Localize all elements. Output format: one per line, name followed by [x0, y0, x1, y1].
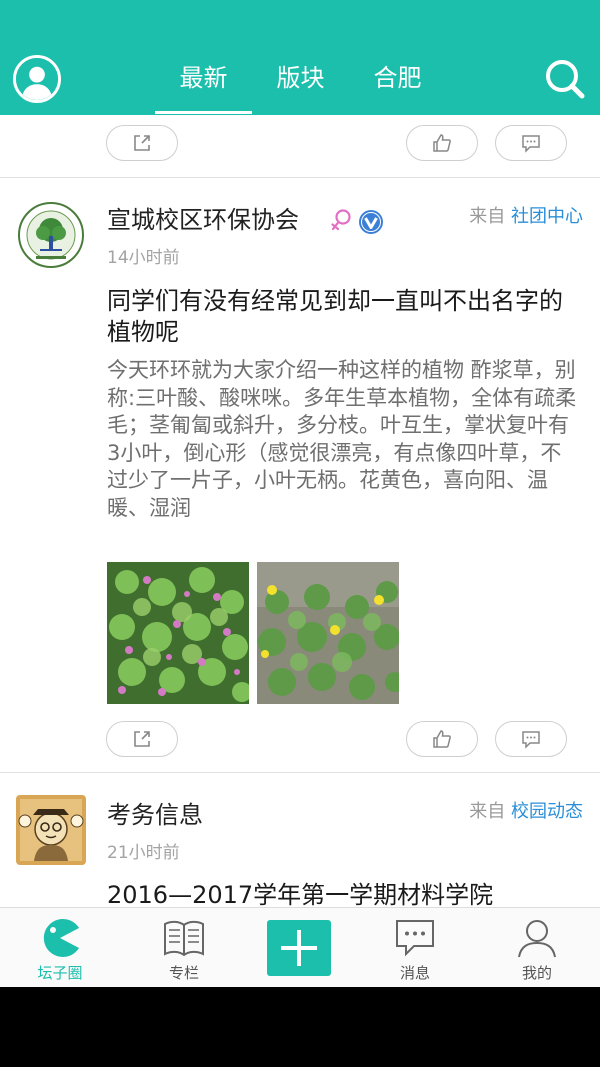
nav-messages[interactable]: 消息	[365, 908, 465, 987]
author-name[interactable]: 考务信息	[107, 799, 203, 831]
author-name[interactable]: 宣城校区环保协会	[107, 204, 299, 236]
post-source: 来自 社团中心	[469, 205, 583, 229]
author-avatar[interactable]	[16, 795, 86, 865]
share-button[interactable]	[106, 125, 178, 161]
share-icon	[134, 135, 150, 151]
source-board-link[interactable]: 校园动态	[511, 801, 583, 822]
book-icon	[164, 920, 204, 957]
post-card[interactable]: 宣城校区环保协会 来自 社团中心 14小时前 同学们有没有经常见到却一直叫不出名…	[0, 178, 600, 772]
bottom-nav: 坛子圈 专栏 消息 我的	[0, 907, 600, 987]
nav-label: 坛子圈	[37, 964, 83, 982]
post-feed[interactable]: 宣城校区环保协会 来自 社团中心 14小时前 同学们有没有经常见到却一直叫不出名…	[0, 115, 600, 907]
person-icon	[518, 920, 556, 958]
plus-icon	[281, 930, 317, 966]
share-button[interactable]	[106, 721, 178, 757]
nav-profile[interactable]: 我的	[487, 908, 587, 987]
post-title[interactable]: 同学们有没有经常见到却一直叫不出名字的植物呢	[107, 286, 577, 348]
post-time: 14小时前	[107, 248, 180, 268]
yellow-wood-sorrel-photo	[257, 562, 399, 704]
tab-latest[interactable]: 最新	[155, 58, 252, 114]
comment-button[interactable]	[495, 721, 567, 757]
new-post-button[interactable]	[267, 920, 331, 976]
source-prefix: 来自	[469, 801, 506, 822]
post-actions	[0, 721, 600, 761]
nav-columns[interactable]: 专栏	[134, 908, 234, 987]
post-time: 21小时前	[107, 843, 180, 863]
thumbs-up-icon	[433, 134, 451, 152]
message-icon	[396, 920, 434, 957]
author-avatar[interactable]	[16, 200, 86, 270]
previous-post-actions	[0, 125, 600, 165]
nav-label: 专栏	[168, 964, 199, 982]
thumbs-up-icon	[433, 730, 451, 748]
top-bar: 最新 版块 合肥	[0, 0, 600, 115]
post-image[interactable]	[107, 562, 249, 704]
post-source: 来自 校园动态	[469, 800, 583, 824]
post-image[interactable]	[257, 562, 399, 704]
source-board-link[interactable]: 社团中心	[511, 206, 583, 227]
top-tabs: 最新 版块 合肥	[155, 58, 446, 114]
verified-icon	[359, 210, 383, 234]
source-prefix: 来自	[469, 206, 506, 227]
app-screen: 最新 版块 合肥 宣城校区环保协会 来自 社团中心 14小时前 同学们有没有经常…	[0, 0, 600, 987]
nav-label: 消息	[399, 964, 430, 982]
post-content[interactable]: 今天环环就为大家介绍一种这样的植物 酢浆草，别称:三叶酸、酸咪咪。多年生草本植物…	[107, 357, 577, 522]
pink-wood-sorrel-photo	[107, 562, 249, 704]
female-icon	[331, 209, 351, 231]
nav-label: 我的	[521, 964, 552, 982]
tab-sections[interactable]: 版块	[252, 58, 349, 108]
comment-icon	[522, 731, 540, 749]
user-avatar-icon[interactable]	[13, 55, 61, 103]
pacman-icon	[43, 919, 79, 957]
comment-button[interactable]	[495, 125, 567, 161]
like-button[interactable]	[406, 721, 478, 757]
post-card[interactable]: 考务信息 来自 校园动态 21小时前 2016—2017学年第一学期材料学院	[0, 773, 600, 907]
search-icon[interactable]	[543, 57, 587, 101]
comment-icon	[522, 135, 540, 153]
like-button[interactable]	[406, 125, 478, 161]
tab-hefei[interactable]: 合肥	[349, 58, 446, 108]
nav-tanziquan[interactable]: 坛子圈	[10, 908, 110, 987]
post-title[interactable]: 2016—2017学年第一学期材料学院	[107, 880, 577, 907]
share-icon	[134, 731, 150, 747]
